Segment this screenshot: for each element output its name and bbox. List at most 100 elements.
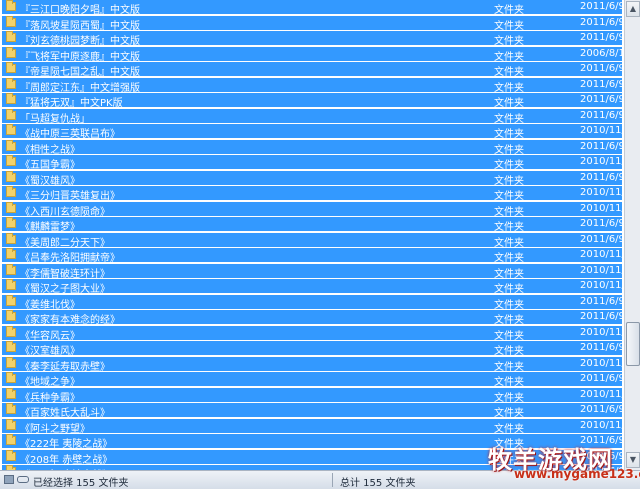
file-name: 《麒麟雷梦》 [20,222,80,233]
folder-icon [6,93,16,104]
file-type: 文件夹 [494,36,524,47]
file-row[interactable]: 『飞将军中原逐鹿』中文版 文件夹 2006/8/13 1 [2,46,624,63]
folder-icon [6,263,16,275]
file-name: 《华容风云》 [20,330,80,342]
file-type: 文件夹 [494,361,524,373]
file-row[interactable]: 《秦李延寿取赤壁》 文件夹 2010/11/26 1 [2,356,624,373]
file-name: 『周郎定江东』中文增强版 [20,82,140,94]
status-divider [332,473,333,487]
file-date: 2006/8/13 1 [580,47,624,59]
folder-selection-icon [4,475,14,484]
file-row[interactable]: 『三江口晚阳夕唱』中文版 文件夹 2011/6/9 18: [2,0,624,16]
file-date: 2010/11/26 1 [580,419,624,431]
file-row[interactable]: 《麒麟雷梦》 文件夹 2011/6/9 18: [2,217,624,233]
folder-icon [6,15,16,27]
file-row[interactable]: 《蜀汉雄风》 文件夹 2011/6/9 18: [2,170,624,187]
folder-icon [6,310,16,321]
file-row[interactable]: 《战中原三英联吕布》 文件夹 2010/11/26 1 [2,124,624,140]
file-row[interactable]: 《李儒智破连环计》 文件夹 2010/11/26 1 [2,263,624,280]
file-date: 2011/6/9 18: [580,63,624,74]
file-name: 《三分归晋英雄复出》 [20,191,120,202]
file-name: 《美周郎二分天下》 [20,237,110,249]
file-row[interactable]: 《入西川玄德陨命》 文件夹 2010/11/26 1 [2,201,624,218]
file-row[interactable]: 《家家有本难念的经》 文件夹 2011/6/9 18: [2,310,624,326]
file-date: 2011/6/9 18: [580,140,624,152]
file-row[interactable]: 《五国争霸》 文件夹 2010/11/26 1 [2,155,624,171]
file-row[interactable]: 『落风坡星陨西蜀』中文版 文件夹 2011/6/9 18: [2,15,624,32]
folder-icon [6,186,16,197]
file-type: 文件夹 [494,423,524,435]
file-row[interactable]: 《华容风云》 文件夹 2010/11/26 1 [2,325,624,342]
file-date: 2011/6/9 18: [580,311,624,322]
file-date: 2011/6/9 18: [580,1,624,12]
file-row[interactable]: 《相性之战》 文件夹 2011/6/9 18: [2,139,624,156]
folder-icon [6,62,16,73]
file-type: 文件夹 [494,98,524,109]
folder-icon [6,449,16,461]
folder-icon [6,217,16,228]
file-type: 文件夹 [494,377,524,388]
file-row[interactable]: 『帝星陨七国之乱』中文版 文件夹 2011/6/9 18: [2,62,624,78]
file-name: 『刘玄德桃园梦断』中文版 [20,36,140,47]
file-name: 《汉室雄风》 [20,346,80,357]
folder-icon [6,139,16,151]
scroll-up-button[interactable]: ▲ [626,1,640,17]
file-row[interactable]: 《吕奉先洛阳拥献帝》 文件夹 2010/11/26 1 [2,248,624,264]
file-date: 2011/6/9 18: [580,295,624,307]
file-row[interactable]: 《兵种争霸》 文件夹 2010/11/26 1 [2,387,624,404]
file-date: 2011/6/9 18: [580,233,624,245]
file-date: 2010/11/26 1 [580,326,624,338]
file-name: 『帝星陨七国之乱』中文版 [20,67,140,78]
folder-icon [6,325,16,337]
file-row[interactable]: 《地域之争》 文件夹 2011/6/9 18: [2,372,624,388]
file-name: 『猛将无双』中文PK版 [20,98,123,109]
folder-icon [6,108,16,120]
file-date: 2011/6/9 18: [580,218,624,229]
file-name: 《李儒智破连环计》 [20,268,110,280]
file-date: 2010/11/26 1 [580,187,624,198]
file-date: 2011/6/9 18: [580,109,624,121]
file-date: 2011/6/9 18: [580,373,624,384]
arrow-up-icon: ▲ [629,4,637,13]
folder-icon [6,0,16,11]
file-date: 2010/11/26 1 [580,388,624,400]
file-list[interactable]: 『三江口晚阳夕唱』中文版文件夹2011/6/9 18:『落风坡星陨西蜀』中文版文… [0,0,624,470]
file-row[interactable]: 《美周郎二分天下》 文件夹 2011/6/9 18: [2,232,624,249]
file-name: 『飞将军中原逐鹿』中文版 [20,51,140,63]
file-type: 文件夹 [494,51,524,63]
status-selected-count: 已经选择 155 文件夹 [33,478,129,489]
vertical-scrollbar[interactable]: ▲ ▼ [624,0,640,470]
watermark-logo: 牧羊游戏网 www.mygame123.com [488,440,640,488]
file-type: 文件夹 [494,5,524,16]
file-type: 文件夹 [494,222,524,233]
file-row[interactable]: 《汉室雄风》 文件夹 2011/6/9 18: [2,341,624,357]
file-name: 《战中原三英联吕布》 [20,129,120,140]
scroll-thumb[interactable] [626,321,640,366]
file-date: 2011/6/9 18: [580,78,624,90]
file-row[interactable]: 《姜维北伐》 文件夹 2011/6/9 18: [2,294,624,311]
file-type: 文件夹 [494,175,524,187]
file-row[interactable]: 《三分归晋英雄复出》 文件夹 2010/11/26 1 [2,186,624,202]
file-row[interactable]: 「马超复仇战」 文件夹 2011/6/9 18: [2,108,624,125]
folder-icon [6,155,16,166]
file-date: 2010/11/26 1 [580,264,624,276]
file-row[interactable]: 『猛将无双』中文PK版 文件夹 2011/6/9 18: [2,93,624,109]
folder-icon [6,279,16,290]
file-date: 2010/11/26 1 [580,357,624,369]
folder-icon [6,341,16,352]
file-date: 2011/6/9 18: [580,16,624,28]
file-name: 《姜维北伐》 [20,299,80,311]
file-row[interactable]: 《百家姓氏大乱斗》 文件夹 2011/6/9 18: [2,403,624,419]
file-row[interactable]: 『刘玄德桃园梦断』中文版 文件夹 2011/6/9 18: [2,31,624,47]
file-type: 文件夹 [494,160,524,171]
file-date: 2010/11/26 1 [580,156,624,167]
file-type: 文件夹 [494,129,524,140]
file-name: 《兵种争霸》 [20,392,80,404]
file-row[interactable]: 《阿斗之野望》 文件夹 2010/11/26 1 [2,418,624,435]
file-type: 文件夹 [494,408,524,419]
file-type: 文件夹 [494,67,524,78]
file-date: 2010/11/26 1 [580,202,624,214]
folder-icon [6,418,16,430]
file-row[interactable]: 《蜀汉之子图大业》 文件夹 2010/11/26 1 [2,279,624,295]
file-row[interactable]: 『周郎定江东』中文增强版 文件夹 2011/6/9 18: [2,77,624,94]
